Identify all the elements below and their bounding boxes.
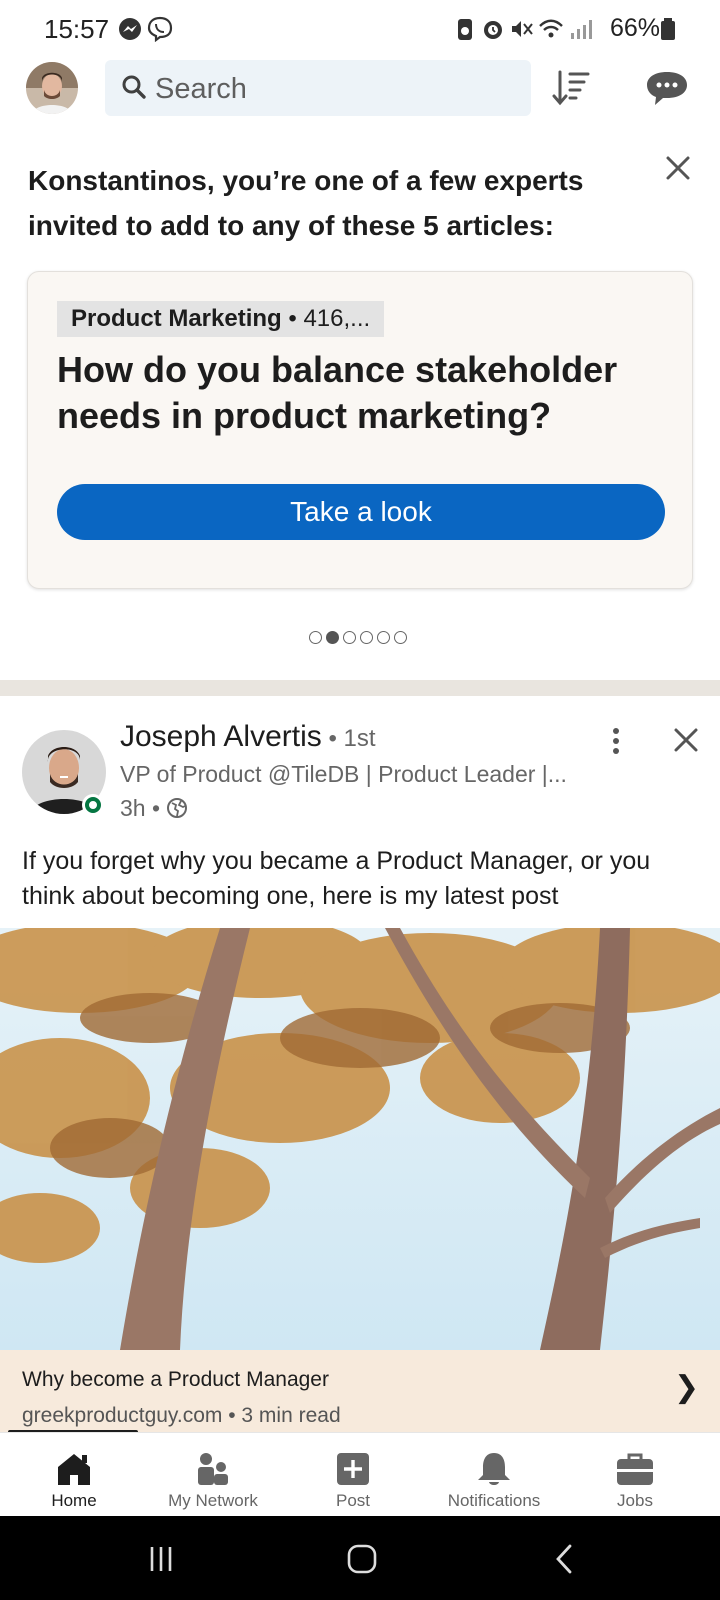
search-bar[interactable]: Search: [105, 60, 531, 116]
carousel-dot-active[interactable]: [326, 631, 339, 644]
close-icon[interactable]: [664, 154, 692, 182]
nav-label: Home: [51, 1491, 97, 1510]
author-name[interactable]: Joseph Alvertis: [120, 720, 322, 753]
wifi-icon: [539, 19, 563, 38]
recent-apps-icon[interactable]: [144, 1542, 178, 1576]
briefcase-icon: [617, 1453, 653, 1485]
nav-label: My Network: [168, 1491, 258, 1510]
status-bar: 15:57 66%: [0, 0, 720, 58]
nav-home[interactable]: Home: [2, 1433, 146, 1517]
search-placeholder: Search: [155, 73, 247, 105]
invitation-title: Konstantinos, you’re one of a few expert…: [28, 165, 584, 241]
link-title[interactable]: Why become a Product Manager: [22, 1368, 329, 1392]
nav-label: Post: [335, 1491, 371, 1510]
messenger-icon: [119, 18, 141, 40]
chevron-right-icon[interactable]: ❯: [674, 1370, 699, 1405]
bottom-nav: Home My Network Post Notifications Jobs: [0, 1432, 720, 1516]
signal-icon: [571, 20, 592, 39]
nav-label: Jobs: [617, 1491, 653, 1510]
globe-icon: [167, 798, 187, 818]
sort-icon[interactable]: [552, 68, 592, 108]
close-icon[interactable]: [673, 727, 699, 753]
more-options-icon[interactable]: [604, 726, 628, 756]
home-button-icon[interactable]: [345, 1542, 379, 1576]
post-text: If you forget why you became a Product M…: [22, 847, 651, 910]
online-status-dot: [82, 794, 104, 816]
nav-post[interactable]: Post: [281, 1433, 425, 1517]
nav-notifications[interactable]: Notifications: [422, 1433, 566, 1517]
home-icon: [58, 1454, 90, 1485]
article-card[interactable]: Product Marketing • 416,... How do you b…: [27, 271, 693, 589]
top-bar: Search: [0, 58, 720, 120]
link-preview[interactable]: Why become a Product Manager greekproduc…: [0, 1350, 720, 1432]
profile-avatar[interactable]: [26, 62, 78, 114]
battery-percent: 66%: [610, 14, 661, 42]
trees-photo: [0, 928, 720, 1350]
post-image[interactable]: [0, 928, 720, 1350]
messaging-icon[interactable]: [645, 68, 689, 108]
carousel-dot[interactable]: [394, 631, 407, 644]
nav-jobs[interactable]: Jobs: [563, 1433, 707, 1517]
bell-icon: [478, 1453, 510, 1485]
topic-meta: • 416,...: [281, 305, 371, 332]
profile-photo: [26, 62, 78, 114]
take-a-look-button[interactable]: Take a look: [57, 484, 665, 540]
status-time: 15:57: [44, 14, 110, 44]
battery-icon: [661, 18, 675, 40]
search-icon: [122, 75, 146, 99]
article-question: How do you balance stakeholder needs in …: [57, 349, 618, 436]
carousel-indicator: [309, 631, 407, 645]
post-time: 3h •: [120, 795, 161, 821]
topic-chip: Product Marketing • 416,...: [57, 301, 385, 337]
post-author[interactable]: Joseph Alvertis • 1st: [120, 720, 376, 754]
viber-icon: [147, 16, 173, 42]
back-icon[interactable]: [548, 1542, 582, 1576]
carousel-dot[interactable]: [343, 631, 356, 644]
carousel-dot[interactable]: [360, 631, 373, 644]
post-icon: [337, 1453, 369, 1485]
alarm-icon: [484, 21, 502, 39]
feed-divider: [0, 680, 720, 696]
carousel-dot[interactable]: [377, 631, 390, 644]
carousel-dot[interactable]: [309, 631, 322, 644]
nav-label: Notifications: [447, 1491, 541, 1510]
network-icon: [198, 1453, 228, 1485]
connection-degree: • 1st: [321, 725, 376, 752]
mute-icon: [512, 21, 533, 37]
android-nav-bar: [0, 1516, 720, 1600]
battery-saver-icon: [458, 19, 472, 40]
nav-my-network[interactable]: My Network: [141, 1433, 285, 1517]
link-subtitle: greekproductguy.com • 3 min read: [22, 1404, 341, 1427]
author-headline: VP of Product @TileDB | Product Leader |…: [120, 761, 567, 787]
topic-name: Product Marketing: [71, 305, 282, 332]
